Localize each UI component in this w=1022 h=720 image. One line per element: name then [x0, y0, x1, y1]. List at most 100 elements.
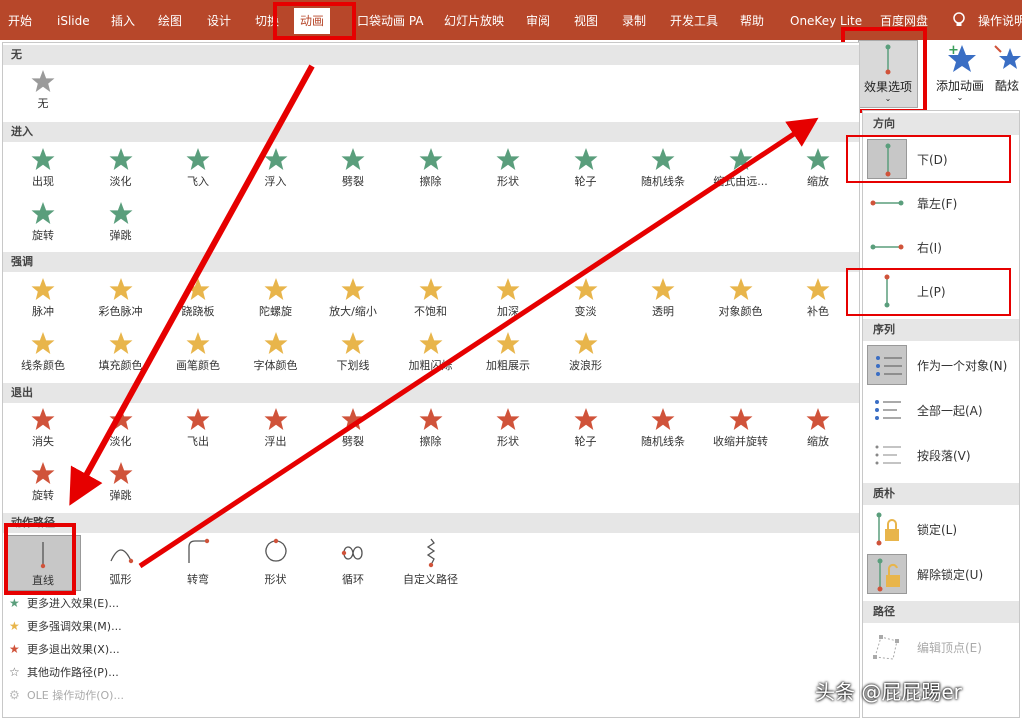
emphasis-effect-0[interactable]: 脉冲	[5, 275, 81, 327]
effect-label: 轮子	[574, 435, 597, 448]
effect-none[interactable]: 无	[5, 67, 81, 119]
emphasis-effect-9[interactable]: 对象颜色	[703, 275, 779, 327]
motion-path-shape[interactable]: 形状	[238, 535, 314, 591]
add-animation-button[interactable]: + 添加动画 ⌄	[930, 40, 990, 108]
effect-label: 波浪形	[569, 359, 602, 372]
entrance-effect-6[interactable]: 形状	[470, 145, 546, 197]
emphasis-effect-7[interactable]: 变淡	[548, 275, 624, 327]
lightbulb-icon[interactable]	[952, 12, 966, 28]
motion-path-turn[interactable]: 转弯	[160, 535, 236, 591]
exit-star-icon	[31, 462, 55, 484]
sequence-as-one-object[interactable]: 作为一个对象(N)	[865, 345, 1017, 385]
path-header: 路径	[863, 601, 1019, 623]
direction-right[interactable]: 右(I)	[865, 227, 1017, 267]
sequence-all-at-once[interactable]: 全部一起(A)	[865, 390, 1017, 430]
exit-effect-9[interactable]: 收缩并旋转	[703, 405, 779, 457]
entrance-effect-1[interactable]: 淡化	[83, 145, 159, 197]
direction-header: 方向	[863, 113, 1019, 135]
tab-review[interactable]: 审阅	[526, 12, 550, 30]
ole-gear-icon: ⚙	[9, 688, 20, 702]
exit-effect-2[interactable]: 飞出	[160, 405, 236, 457]
motion-path-arc[interactable]: 弧形	[83, 535, 159, 591]
exit-effect-12[interactable]: 弹跳	[83, 459, 159, 511]
entrance-effect-9[interactable]: 缩式由远...	[703, 145, 779, 197]
anchor-lock[interactable]: 锁定(L)	[865, 509, 1017, 549]
exit-effect-0[interactable]: 消失	[5, 405, 81, 457]
motion-path-custom-path[interactable]: 自定义路径	[393, 535, 469, 591]
direction-left[interactable]: 靠左(F)	[865, 183, 1017, 223]
emphasis-effect-13[interactable]: 画笔颜色	[160, 329, 236, 381]
motion-path-loop[interactable]: 循环	[315, 535, 391, 591]
entrance-effect-2[interactable]: 飞入	[160, 145, 236, 197]
tell-me-search[interactable]: 操作说明	[978, 12, 1022, 30]
exit-effect-6[interactable]: 形状	[470, 405, 546, 457]
emphasis-effect-18[interactable]: 波浪形	[548, 329, 624, 381]
emphasis-effect-11[interactable]: 线条颜色	[5, 329, 81, 381]
emphasis-effect-6[interactable]: 加深	[470, 275, 546, 327]
more-star-icon: ★	[9, 596, 20, 610]
entrance-effect-8[interactable]: 随机线条	[625, 145, 701, 197]
entrance-effect-4[interactable]: 劈裂	[315, 145, 391, 197]
exit-effect-8[interactable]: 随机线条	[625, 405, 701, 457]
effect-label: 浮出	[264, 435, 287, 448]
entrance-effect-7[interactable]: 轮子	[548, 145, 624, 197]
entrance-effect-10[interactable]: 缩放	[780, 145, 856, 197]
section-emphasis-header: 强调	[3, 252, 859, 272]
exit-effect-1[interactable]: 淡化	[83, 405, 159, 457]
tab-draw[interactable]: 绘图	[158, 12, 182, 30]
emphasis-star-icon	[729, 278, 752, 300]
tab-insert[interactable]: 插入	[111, 12, 135, 30]
more-effects-item-1[interactable]: ★ 更多强调效果(M)...	[9, 616, 122, 636]
anchor-unlock-icon	[867, 554, 907, 594]
exit-effect-4[interactable]: 劈裂	[315, 405, 391, 457]
emphasis-effect-2[interactable]: 跷跷板	[160, 275, 236, 327]
emphasis-star-icon	[651, 278, 675, 300]
exit-effect-3[interactable]: 浮出	[238, 405, 314, 457]
effect-label: 不饱和	[414, 305, 447, 318]
emphasis-effect-4[interactable]: 放大/缩小	[315, 275, 391, 327]
tab-design[interactable]: 设计	[207, 12, 231, 30]
effect-label: 淡化	[109, 435, 132, 448]
exit-effect-10[interactable]: 缩放	[780, 405, 856, 457]
entrance-effect-5[interactable]: 擦除	[393, 145, 469, 197]
more-effects-item-2[interactable]: ★ 更多退出效果(X)...	[9, 639, 120, 659]
entrance-effect-0[interactable]: 出现	[5, 145, 81, 197]
emphasis-effect-15[interactable]: 下划线	[315, 329, 391, 381]
emphasis-effect-16[interactable]: 加粗闪烁	[393, 329, 469, 381]
more-effects-item-0[interactable]: ★ 更多进入效果(E)...	[9, 593, 119, 613]
effect-label: 缩式由远...	[713, 175, 768, 188]
emphasis-effect-17[interactable]: 加粗展示	[470, 329, 546, 381]
effect-label: 弹跳	[109, 489, 132, 502]
tab-help[interactable]: 帮助	[740, 12, 764, 30]
exit-effect-5[interactable]: 擦除	[393, 405, 469, 457]
emphasis-effect-1[interactable]: 彩色脉冲	[83, 275, 159, 327]
tab-islide[interactable]: iSlide	[57, 12, 90, 30]
exit-effect-11[interactable]: 旋转	[5, 459, 81, 511]
tab-view[interactable]: 视图	[574, 12, 598, 30]
more-effects-item-3[interactable]: ☆ 其他动作路径(P)...	[9, 662, 119, 682]
tab-record[interactable]: 录制	[622, 12, 646, 30]
emphasis-effect-5[interactable]: 不饱和	[393, 275, 469, 327]
entrance-effect-12[interactable]: 弹跳	[83, 199, 159, 251]
anchor-unlock[interactable]: 解除锁定(U)	[865, 554, 1017, 594]
tab-pocket-animation[interactable]: 口袋动画 PA	[357, 12, 424, 30]
custom-path-path-icon	[426, 538, 435, 568]
entrance-star-icon	[186, 148, 210, 170]
sequence-by-paragraph[interactable]: 按段落(V)	[865, 435, 1017, 475]
more-effects-label: 更多强调效果(M)...	[27, 620, 122, 633]
emphasis-effect-10[interactable]: 补色	[780, 275, 856, 327]
effect-label: 浮入	[264, 175, 287, 188]
cool-effects-button[interactable]: 酷炫	[992, 40, 1022, 108]
more-star-icon: ★	[9, 642, 20, 656]
effect-label: 变淡	[574, 305, 597, 318]
exit-effect-7[interactable]: 轮子	[548, 405, 624, 457]
tab-developer[interactable]: 开发工具	[670, 12, 718, 30]
emphasis-effect-8[interactable]: 透明	[625, 275, 701, 327]
emphasis-effect-3[interactable]: 陀螺旋	[238, 275, 314, 327]
tab-slideshow[interactable]: 幻灯片放映	[444, 12, 504, 30]
entrance-effect-11[interactable]: 旋转	[5, 199, 81, 251]
entrance-effect-3[interactable]: 浮入	[238, 145, 314, 197]
tab-home[interactable]: 开始	[8, 12, 32, 30]
emphasis-effect-14[interactable]: 字体颜色	[238, 329, 314, 381]
emphasis-effect-12[interactable]: 填充颜色	[83, 329, 159, 381]
